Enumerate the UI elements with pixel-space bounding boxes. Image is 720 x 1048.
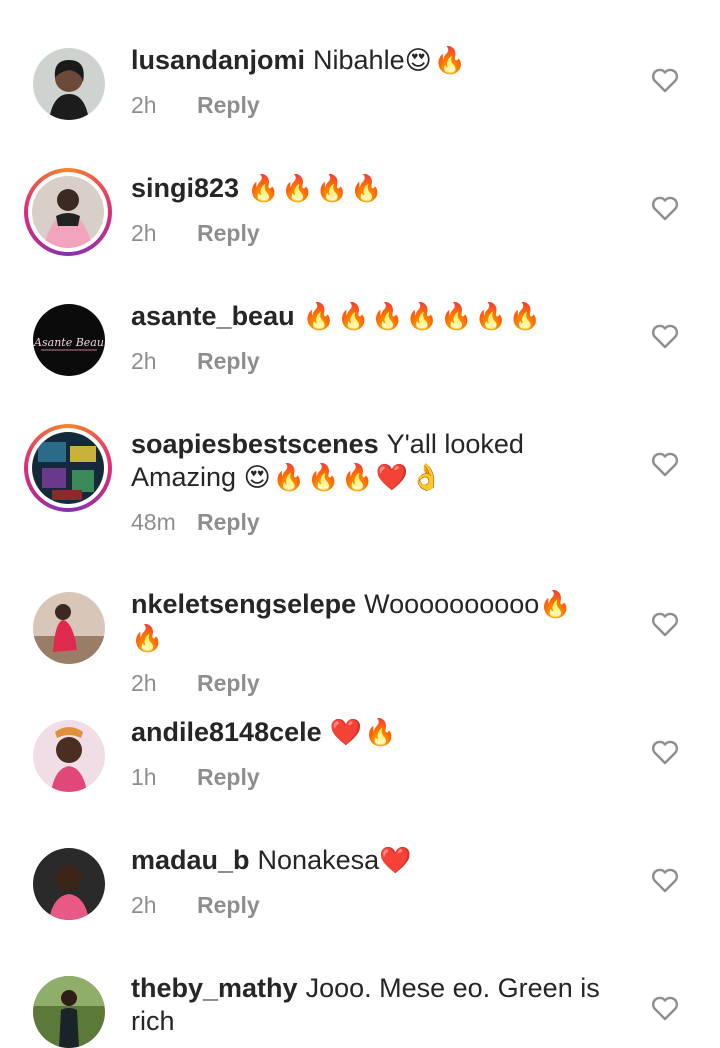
reply-button[interactable]: Reply [197,670,260,696]
comment-body: nkeletsengselepe Woooooooooo🔥🔥 2h Reply [131,588,601,700]
avatar-logo-text: Asante Beau [33,336,104,349]
reply-button[interactable]: Reply [197,92,260,118]
comment-body: madau_b Nonakesa❤️ 2h Reply [131,844,601,922]
comment-emoji: ❤️ [379,846,414,876]
avatar[interactable] [33,592,105,664]
avatar[interactable] [24,168,112,256]
comment-time: 2h [131,220,157,246]
like-heart-icon[interactable] [651,195,679,221]
avatar[interactable] [33,848,105,920]
comment-text: Nonakesa [257,845,380,875]
reply-button[interactable]: Reply [197,220,260,246]
like-heart-icon[interactable] [651,323,679,349]
like-heart-icon[interactable] [651,67,679,93]
reply-button[interactable]: Reply [197,892,260,918]
comment-body: soapiesbestscenes Y'all looked Amazing 😍🔥… [131,428,601,539]
avatar[interactable] [24,424,112,512]
comment-time: 2h [131,670,157,696]
comment-text: Nibahle [313,45,405,75]
comment-username[interactable]: asante_beau [131,301,295,331]
avatar[interactable] [33,720,105,792]
comment-emoji: 😍🔥🔥🔥❤️👌 [243,463,445,493]
reply-button[interactable]: Reply [197,509,260,535]
reply-button[interactable]: Reply [197,348,260,374]
comment-username[interactable]: lusandanjomi [131,45,305,75]
comment-time: 48m [131,509,176,535]
comment-username[interactable]: andile8148cele [131,717,322,747]
comment-username[interactable]: singi823 [131,173,239,203]
comment-emoji: ❤️🔥 [329,718,399,748]
comment-time: 2h [131,892,157,918]
comment-time: 2h [131,348,157,374]
comment-body: theby_mathy Jooo. Mese eo. Green is rich [131,972,601,1038]
comment-body: lusandanjomi Nibahle😍🔥 2h Reply [131,44,601,122]
comment-username[interactable]: madau_b [131,845,250,875]
comment-body: asante_beau 🔥🔥🔥🔥🔥🔥🔥 2h Reply [131,300,601,378]
comment-username[interactable]: soapiesbestscenes [131,429,379,459]
comment-username[interactable]: theby_mathy [131,973,298,1003]
like-heart-icon[interactable] [651,867,679,893]
comment-time: 1h [131,764,157,790]
avatar[interactable] [33,48,105,120]
avatar[interactable]: Asante Beau [33,304,105,376]
like-heart-icon[interactable] [651,995,679,1021]
comment-emoji: 🔥🔥🔥🔥🔥🔥🔥 [302,302,544,332]
comment-text: Woooooooooo [364,589,540,619]
comment-emoji: 😍🔥 [404,46,469,76]
reply-button[interactable]: Reply [197,764,260,790]
like-heart-icon[interactable] [651,611,679,637]
comment-body: singi823 🔥🔥🔥🔥 2h Reply [131,172,601,250]
avatar[interactable] [33,976,105,1048]
like-heart-icon[interactable] [651,451,679,477]
comment-emoji: 🔥🔥🔥🔥 [247,174,385,204]
comment-body: andile8148cele ❤️🔥 1h Reply [131,716,601,794]
comment-username[interactable]: nkeletsengselepe [131,589,356,619]
like-heart-icon[interactable] [651,739,679,765]
comment-time: 2h [131,92,157,118]
